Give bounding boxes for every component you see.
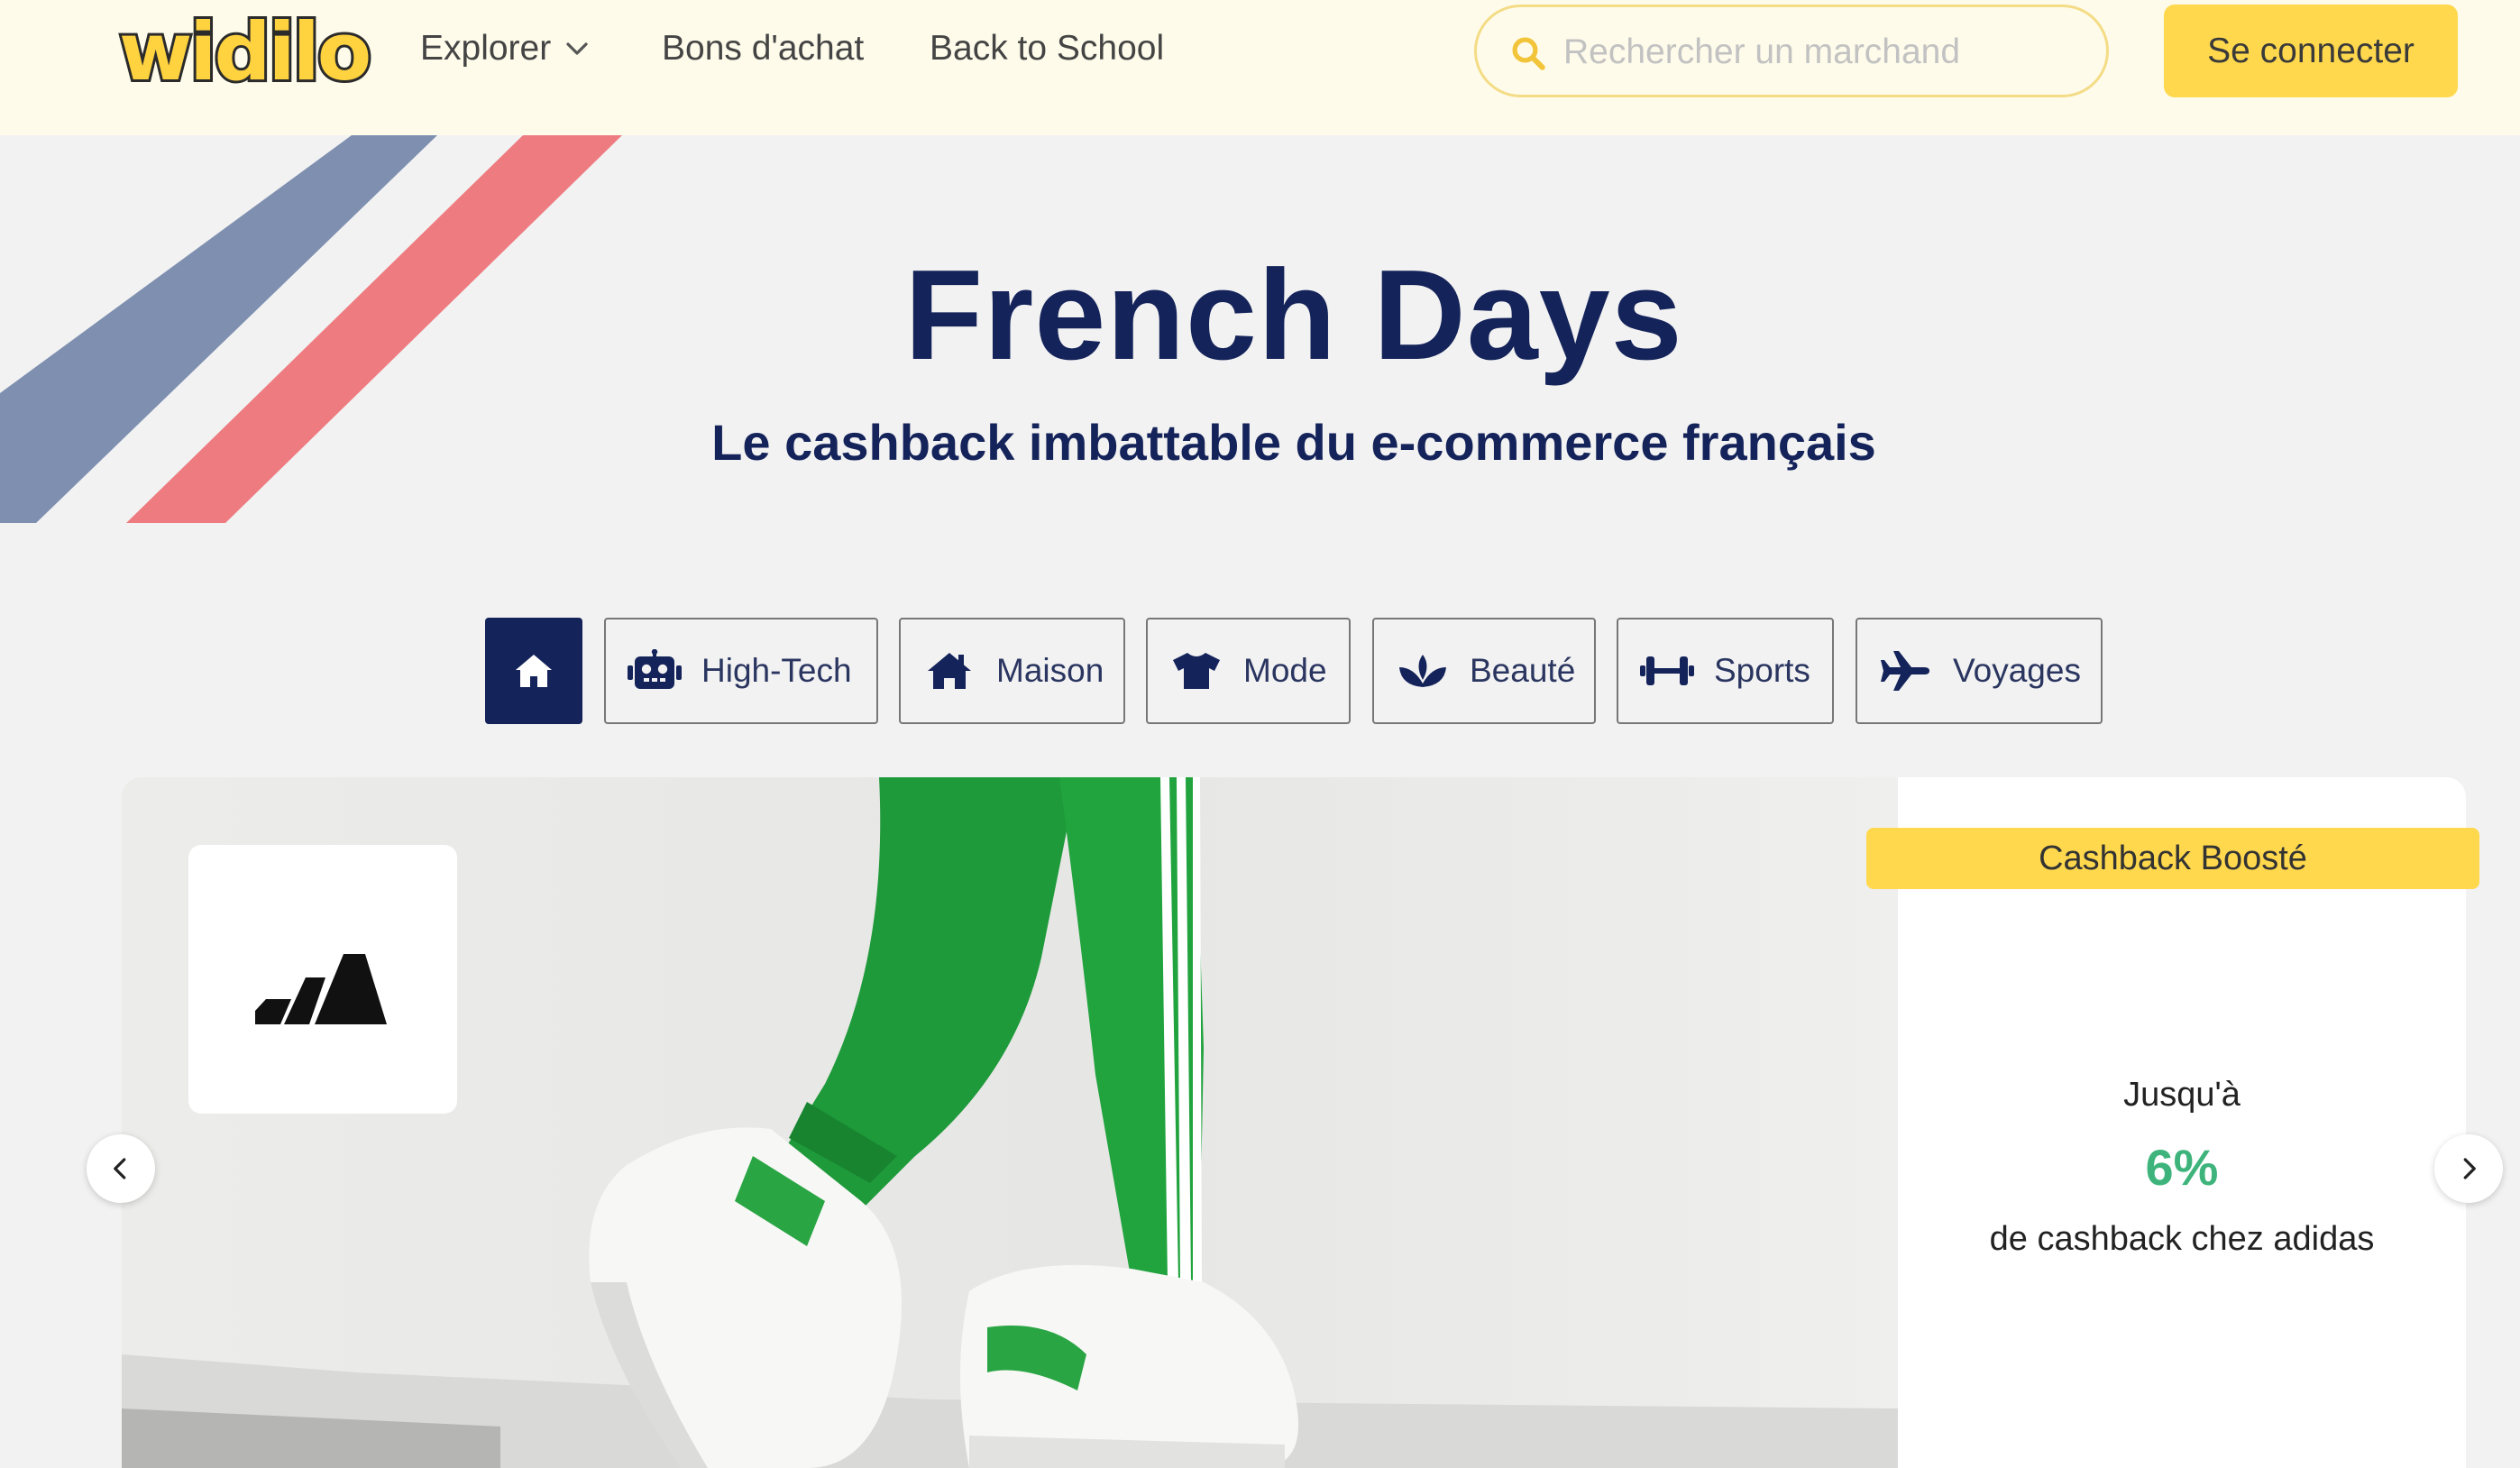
tab-voyages[interactable]: Voyages [1856, 618, 2103, 724]
tab-maison[interactable]: Maison [899, 618, 1125, 724]
chevron-down-icon [566, 42, 588, 55]
dumbbell-icon [1640, 656, 1694, 685]
tshirt-icon [1173, 653, 1220, 689]
adidas-brand-card[interactable] [188, 845, 457, 1114]
merchant-search [1474, 5, 2109, 97]
chevron-left-icon [114, 1158, 126, 1179]
site-header: widilo Explorer Bons d'achat Back to Sch… [0, 0, 2520, 135]
cashback-percent: 6% [2145, 1139, 2219, 1196]
plane-icon [1881, 651, 1929, 691]
lotus-icon [1399, 655, 1446, 687]
carousel-next-button[interactable] [2434, 1134, 2503, 1203]
tab-beaute[interactable]: Beauté [1372, 618, 1596, 724]
tab-mode-label: Mode [1243, 652, 1327, 689]
widilo-logo[interactable]: widilo [116, 10, 374, 95]
tab-sports[interactable]: Sports [1617, 618, 1834, 724]
robot-icon [628, 649, 682, 689]
house-icon [928, 653, 971, 689]
tab-high-tech[interactable]: High-Tech [604, 618, 878, 724]
tab-high-tech-label: High-Tech [701, 652, 852, 689]
cashback-boost-badge: Cashback Boosté [1866, 828, 2479, 889]
page-title: French Days [904, 243, 1683, 387]
page-subtitle: Le cashback imbattable du e-commerce fra… [711, 414, 1876, 471]
adidas-logo [255, 954, 387, 1024]
search-icon [1512, 37, 1545, 70]
nav-explorer-label: Explorer [420, 29, 552, 68]
login-button[interactable]: Se connecter [2164, 5, 2458, 97]
cashback-description: de cashback chez adidas [1989, 1220, 2375, 1258]
carousel-prev-button[interactable] [87, 1134, 155, 1203]
cashback-upto-text: Jusqu'à [2123, 1076, 2241, 1114]
nav-explorer-dropdown[interactable]: Explorer [420, 25, 591, 72]
chevron-right-icon [2463, 1158, 2476, 1179]
home-icon [516, 655, 552, 687]
tab-home[interactable] [485, 618, 582, 724]
nav-back-to-school-link[interactable]: Back to School [930, 25, 1164, 72]
search-input[interactable] [1563, 25, 2068, 79]
tab-sports-label: Sports [1714, 652, 1810, 689]
nav-bons-dachat-link[interactable]: Bons d'achat [662, 25, 864, 72]
tab-maison-label: Maison [996, 652, 1104, 689]
tab-beaute-label: Beauté [1470, 652, 1576, 689]
tab-voyages-label: Voyages [1953, 652, 2081, 689]
tab-mode[interactable]: Mode [1146, 618, 1351, 724]
